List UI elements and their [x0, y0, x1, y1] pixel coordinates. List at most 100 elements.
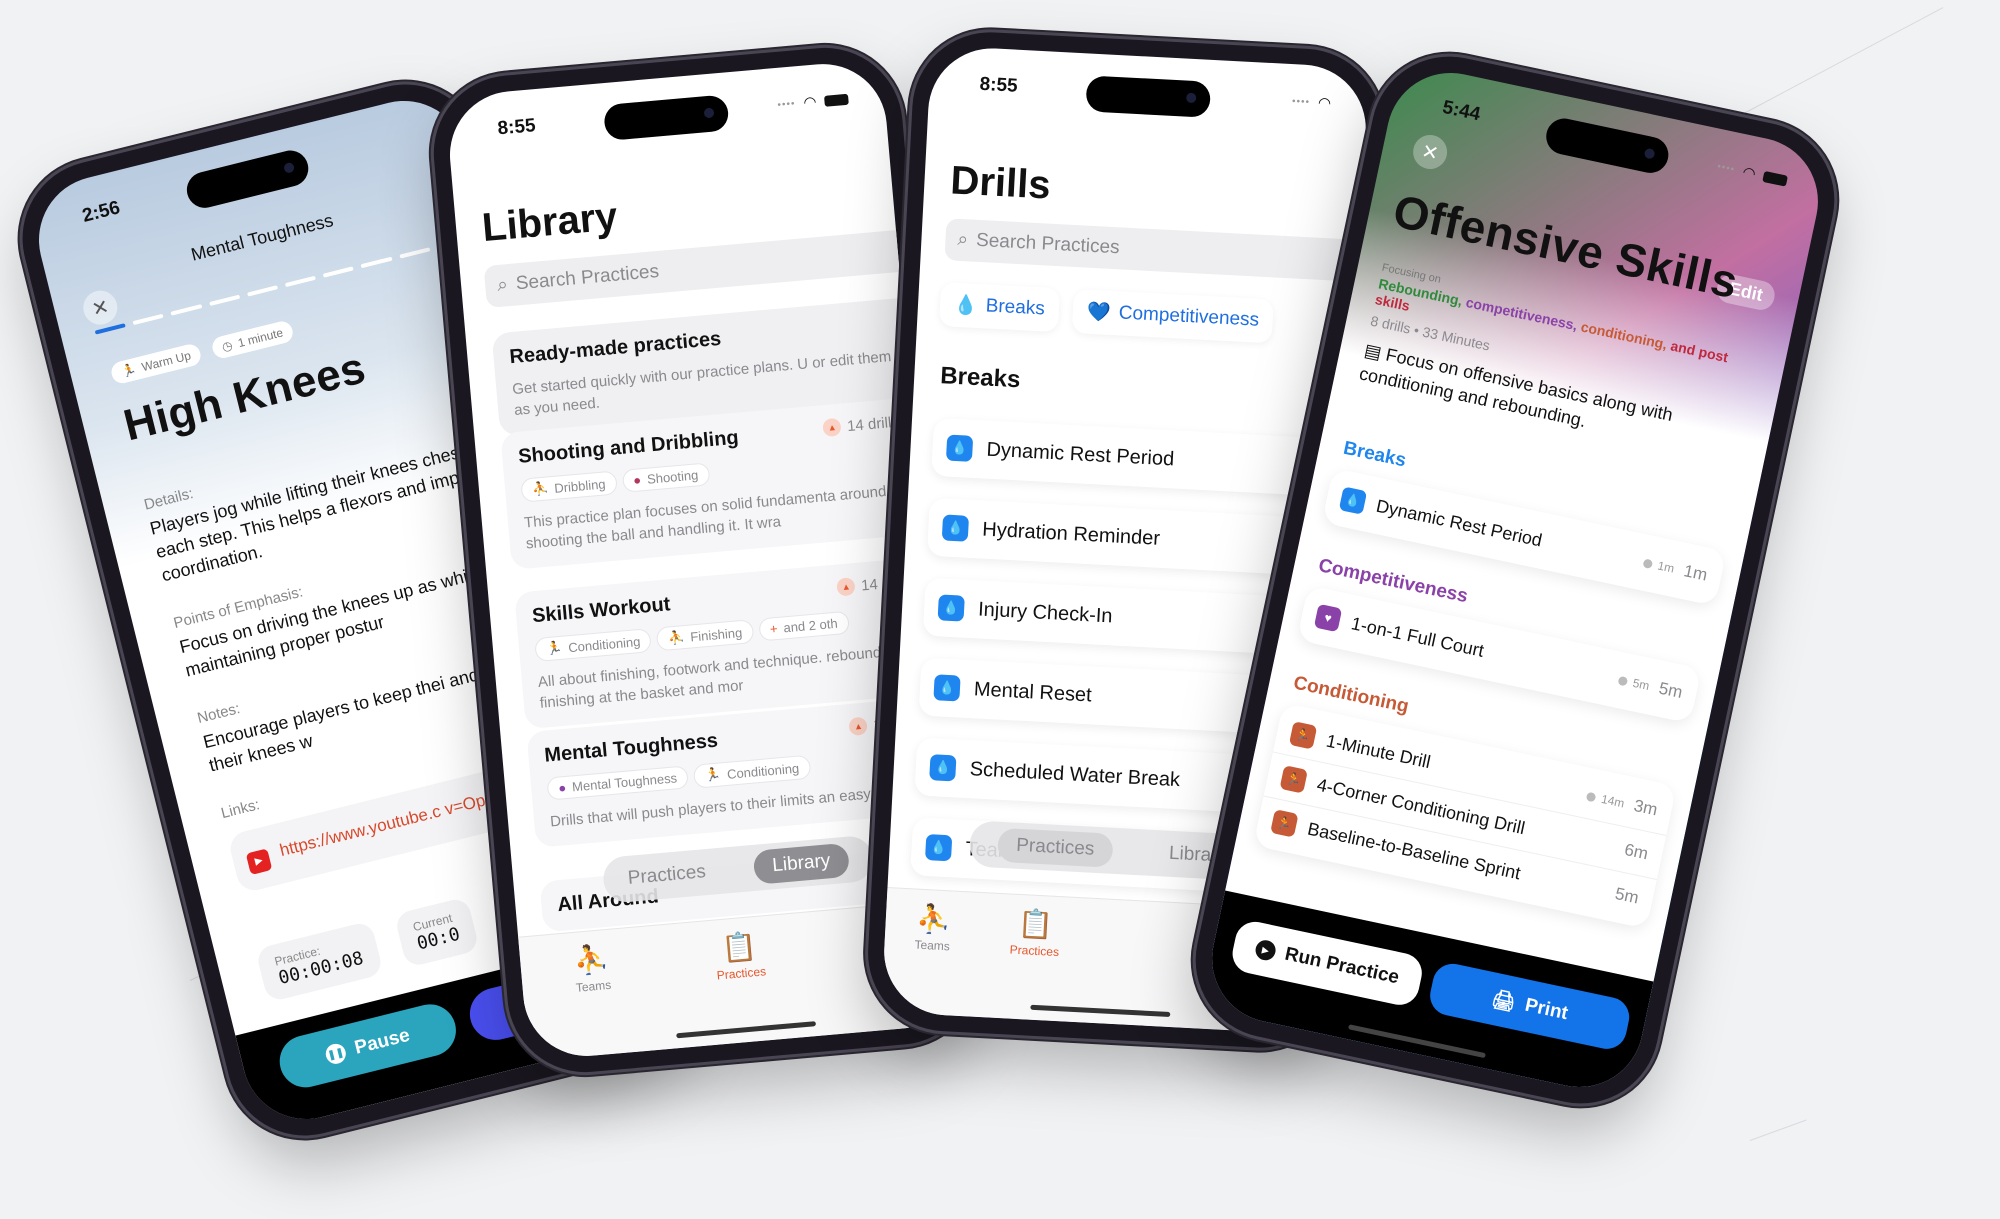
drill-time: 5m 5m — [1616, 670, 1684, 703]
cone-icon: ▲ — [836, 577, 856, 597]
drill-name: Dynamic Rest Period — [985, 438, 1175, 470]
pause-button[interactable]: ❚❚ Pause — [274, 998, 462, 1093]
progress-segment — [399, 247, 431, 259]
signal-icon: •••• — [1291, 95, 1311, 108]
filter-competitiveness[interactable]: 💙 Competitiveness — [1072, 289, 1275, 344]
status-time: 2:56 — [80, 197, 123, 227]
drop-icon: 💧 — [937, 594, 965, 622]
drop-icon: 💧 — [929, 754, 957, 782]
category-icon: 🏃 — [1279, 765, 1308, 794]
dynamic-island — [183, 146, 313, 212]
drill-name: Injury Check-In — [977, 597, 1114, 627]
practice-timer: Practice: 00:00:08 — [255, 920, 384, 1003]
dynamic-island — [1085, 75, 1212, 118]
drill-time: 14m 3m — [1585, 786, 1659, 821]
cone-icon: ▲ — [848, 716, 869, 737]
tag: ⛹ Dribbling — [520, 470, 618, 503]
plus-icon: + — [769, 620, 779, 637]
category-chip: 🏃 Warm Up — [109, 342, 204, 386]
close-button[interactable]: ✕ — [79, 287, 121, 329]
close-icon: ✕ — [1419, 139, 1441, 165]
cone-icon: ▲ — [822, 417, 842, 438]
signal-icon: •••• — [777, 97, 796, 111]
wifi-icon: ◠ — [1317, 94, 1332, 113]
wifi-icon: ◠ — [802, 93, 818, 112]
segment-library[interactable]: Library — [753, 842, 850, 885]
dynamic-island — [602, 94, 730, 142]
tag: ● Mental Toughness — [546, 765, 689, 801]
status-icons: •••• ◠ — [1716, 157, 1789, 189]
category-icon: ♥ — [1313, 603, 1343, 633]
heart-bolt-icon: 💙 — [1086, 301, 1112, 324]
run-practice-button[interactable]: ▶ Run Practice — [1228, 918, 1426, 1009]
status-time: 5:44 — [1440, 96, 1483, 126]
drop-icon: 💧 — [924, 834, 953, 862]
drop-icon: 💧 — [933, 674, 961, 702]
section-title: Breaks — [939, 362, 1022, 394]
play-icon: ▶ — [1253, 938, 1278, 963]
close-icon: ✕ — [89, 295, 112, 321]
tab-teams[interactable]: ⛹ Teams — [572, 942, 617, 1057]
drop-icon: 💧 — [953, 294, 979, 317]
decorative-line — [1739, 7, 1944, 116]
progress-segment — [170, 304, 203, 316]
search-icon: ⌕ — [496, 274, 509, 297]
running-icon: 🏃 — [704, 766, 722, 783]
signal-icon: •••• — [1716, 160, 1737, 176]
dynamic-island — [1542, 115, 1672, 177]
tab-teams[interactable]: ⛹ Teams — [911, 902, 952, 1016]
clipboard-icon: 📋 — [720, 930, 758, 964]
group-total: 5m — [1617, 673, 1651, 693]
status-icons: •••• ◠ — [1291, 92, 1332, 113]
status-time: 8:55 — [979, 73, 1019, 97]
drop-icon: 💧 — [941, 514, 970, 542]
stretch-icon: 🏃 — [119, 362, 138, 380]
battery-icon — [823, 93, 849, 107]
clipboard-icon: 📋 — [1017, 907, 1055, 941]
teams-icon: ⛹ — [572, 942, 610, 977]
category-icon: 🏃 — [1270, 809, 1299, 838]
segment-practices[interactable]: Practices — [627, 861, 707, 890]
filter-breaks[interactable]: 💧 Breaks — [938, 282, 1060, 333]
page-title: Library — [480, 194, 620, 251]
progress-segment — [322, 266, 355, 278]
current-timer: Current 00:0 — [393, 896, 480, 969]
printer-icon: 🖨 — [1489, 988, 1518, 1015]
status-icons: •••• ◠ — [777, 90, 849, 114]
youtube-icon: ▶ — [245, 848, 273, 876]
brain-icon: ● — [557, 779, 567, 796]
status-time: 8:55 — [496, 115, 537, 140]
segment-library[interactable]: Libra — [1168, 843, 1211, 867]
decorative-line — [1749, 1119, 1807, 1141]
search-input[interactable]: ⌕ Search Practices — [944, 218, 1370, 283]
drill-name: Scheduled Water Break — [969, 757, 1181, 791]
close-button[interactable]: ✕ — [1409, 131, 1451, 173]
duration-chip: ◷ 1 minute — [209, 319, 296, 361]
progress-segment — [246, 285, 279, 297]
teams-icon: ⛹ — [915, 902, 952, 936]
print-button[interactable]: 🖨 Print — [1426, 960, 1633, 1053]
progress-segment — [208, 294, 241, 307]
category-icon: 🏃 — [1288, 721, 1318, 750]
wifi-icon: ◠ — [1740, 163, 1758, 183]
tag: ⛹ Finishing — [656, 619, 755, 652]
drill-name: Hydration Reminder — [981, 518, 1161, 550]
segment-practices[interactable]: Practices — [997, 827, 1114, 868]
drill-time: 6m — [1622, 839, 1650, 864]
running-icon: 🏃 — [545, 639, 563, 657]
drill-time: 5m — [1613, 883, 1641, 908]
tag: ● Shooting — [621, 462, 711, 493]
page-title: Drills — [949, 158, 1052, 208]
basketball-icon: ● — [632, 472, 642, 488]
tag: 🏃 Conditioning — [692, 754, 812, 789]
category-icon: 💧 — [1338, 486, 1368, 515]
finishing-icon: ⛹ — [667, 629, 685, 646]
drill-name: 1-on-1 Full Court — [1349, 612, 1486, 661]
timer-icon — [1617, 675, 1628, 686]
filter-chips: 💧 Breaks 💙 Competitiveness — [938, 282, 1284, 344]
tag: + and 2 oth — [757, 610, 850, 642]
group-total: 14m — [1585, 789, 1626, 810]
dribbling-icon: ⛹ — [531, 480, 549, 497]
progress-segment — [132, 313, 164, 326]
drill-time: 1m 1m — [1641, 552, 1709, 585]
